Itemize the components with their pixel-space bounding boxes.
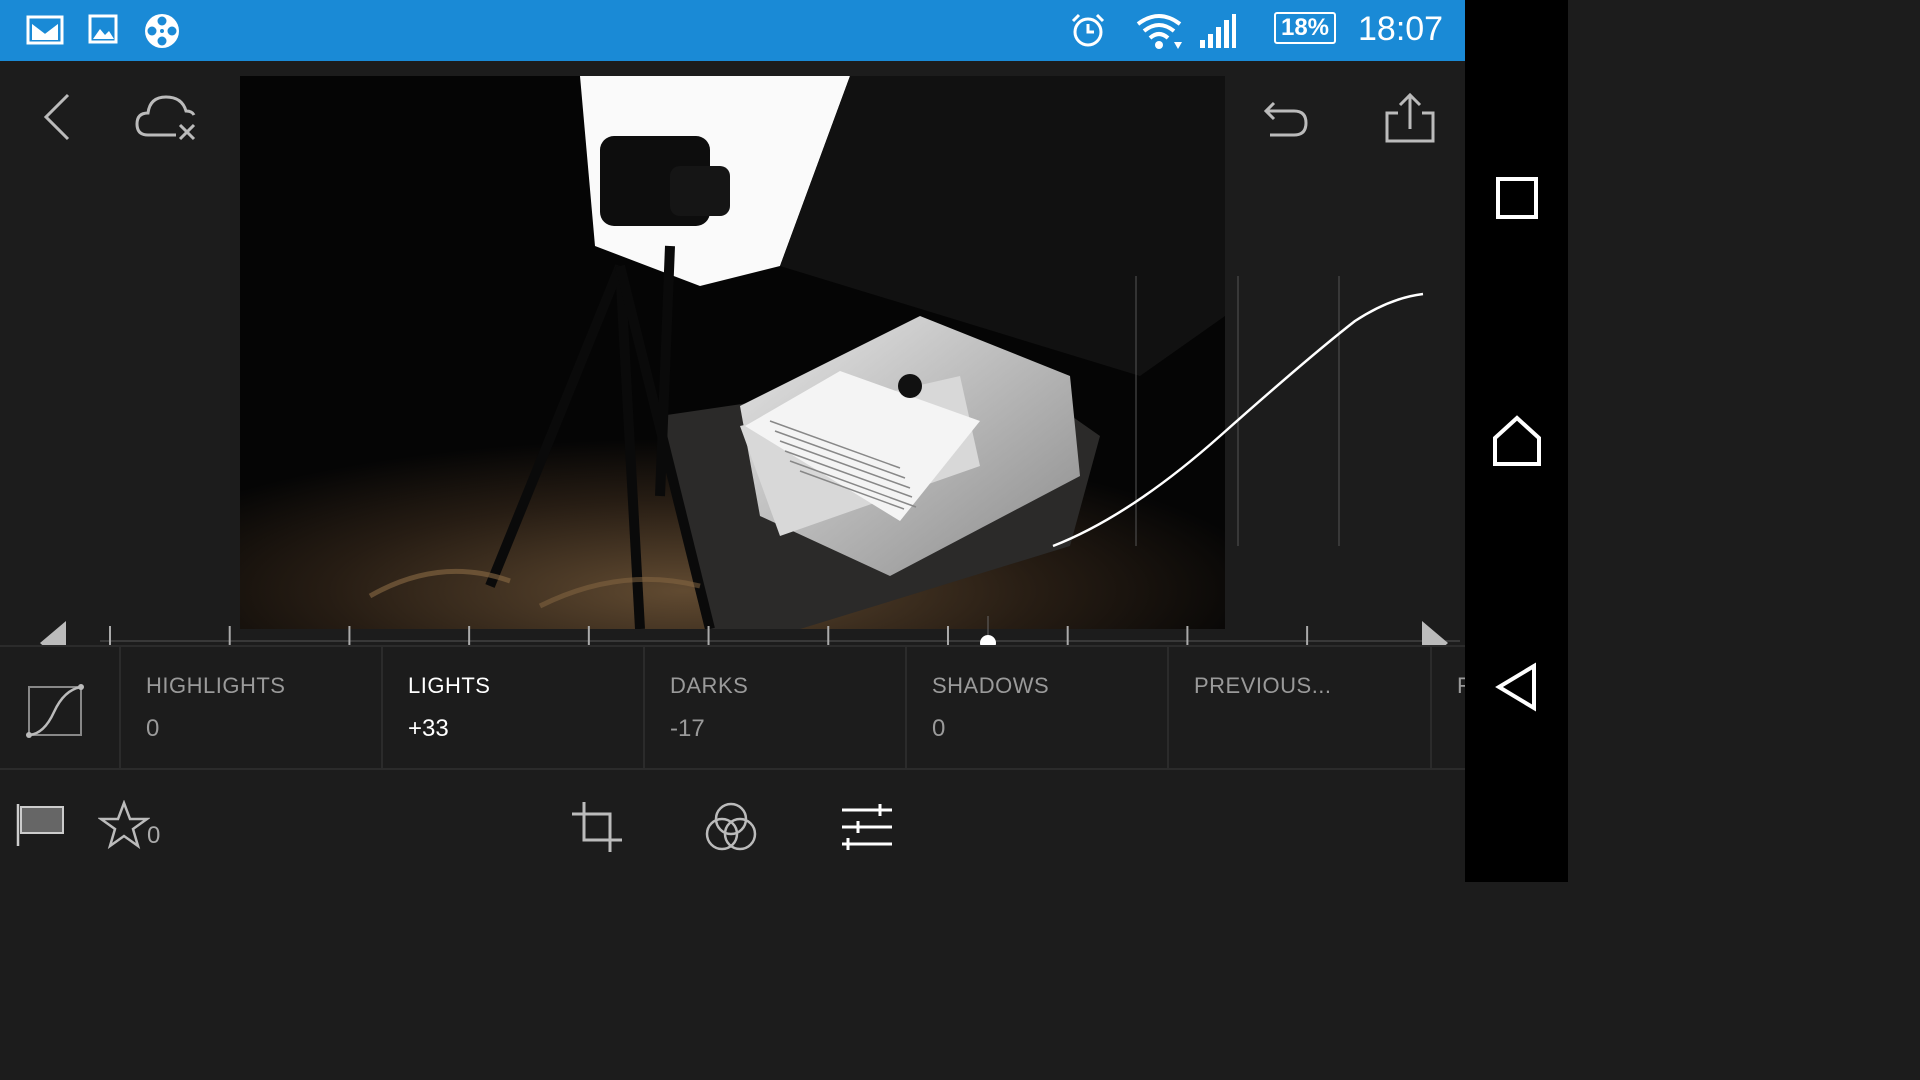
star-icon[interactable] (97, 799, 151, 855)
flag-icon[interactable] (16, 804, 66, 851)
adjust-sliders-icon[interactable] (840, 800, 894, 859)
tool-highlights[interactable]: HIGHLIGHTS 0 (121, 647, 383, 768)
tool-value: 0 (146, 715, 160, 742)
undo-icon[interactable] (1262, 93, 1312, 146)
film-reel-icon (142, 12, 182, 57)
edit-area (0, 61, 1465, 686)
home-icon[interactable] (1492, 414, 1542, 473)
tool-label: PREVIOUS... (1194, 673, 1332, 698)
tool-next-partial[interactable]: F (1432, 647, 1465, 768)
tool-previous[interactable]: PREVIOUS... (1169, 647, 1432, 768)
share-icon[interactable] (1383, 91, 1437, 150)
tool-label: F (1457, 673, 1465, 698)
alarm-icon (1070, 12, 1106, 53)
tool-label: SHADOWS (932, 673, 1050, 698)
gmail-icon (26, 12, 64, 51)
android-nav-bar (1465, 0, 1568, 882)
signal-icon (1198, 12, 1238, 57)
tool-darks[interactable]: DARKS -17 (645, 647, 907, 768)
tool-value: +33 (408, 715, 449, 742)
bottom-toolbar: 0 (0, 770, 1465, 882)
tool-label: LIGHTS (408, 673, 491, 698)
cloud-off-icon[interactable] (134, 91, 200, 148)
crop-icon[interactable] (570, 800, 624, 859)
status-bar: 18% 18:07 (0, 0, 1465, 61)
color-circles-icon[interactable] (704, 800, 758, 859)
wifi-icon (1134, 12, 1184, 57)
tone-tools-panel: HIGHLIGHTS 0 LIGHTS +33 DARKS -17 SHADOW… (0, 645, 1465, 770)
star-count: 0 (147, 822, 161, 849)
tool-shadows[interactable]: SHADOWS 0 (907, 647, 1169, 768)
tool-label: DARKS (670, 673, 749, 698)
back-nav-icon[interactable] (1494, 662, 1540, 717)
tool-value: -17 (670, 715, 705, 742)
tool-value: 0 (932, 715, 946, 742)
gallery-icon (88, 12, 118, 51)
tool-label: HIGHLIGHTS (146, 673, 286, 698)
tool-lights[interactable]: LIGHTS +33 (383, 647, 645, 768)
battery-indicator: 18% (1274, 12, 1336, 44)
recent-apps-icon[interactable] (1495, 176, 1539, 225)
back-icon[interactable] (38, 91, 74, 148)
curve-tool-button[interactable] (0, 647, 121, 768)
tone-curve[interactable] (1050, 276, 1430, 551)
curve-icon (26, 684, 84, 738)
clock: 18:07 (1358, 10, 1444, 48)
